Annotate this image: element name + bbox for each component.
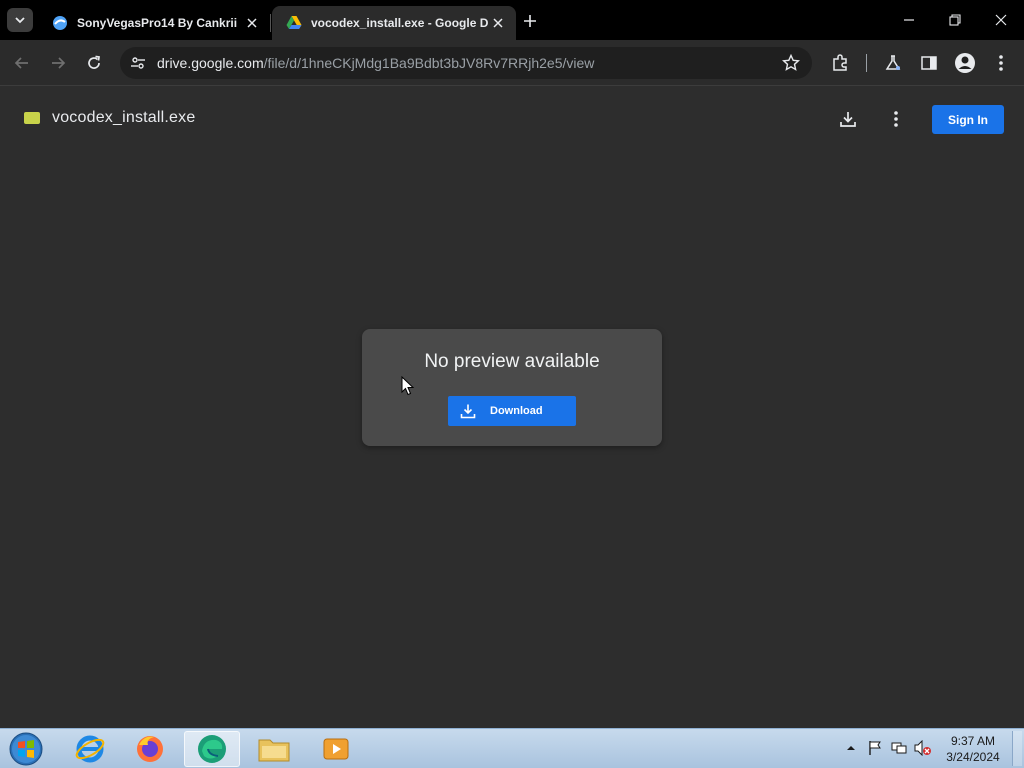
tab-vocodex[interactable]: vocodex_install.exe - Google D [272,6,516,40]
bookmark-star-icon[interactable] [782,54,800,72]
tab-title: SonyVegasPro14 By Cankrii [77,16,238,30]
volume-tray[interactable] [914,739,932,757]
internet-explorer-icon [75,735,105,763]
address-bar[interactable]: drive.google.com/file/d/1hneCKjMdg1Ba9Bd… [120,47,812,79]
arrow-left-icon [14,57,28,69]
file-name: vocodex_install.exe [52,109,196,126]
plus-icon [524,15,536,27]
tab-sonyvegas[interactable]: SonyVegasPro14 By Cankrii [38,6,270,40]
avatar-icon [955,53,975,73]
site-favicon-icon [53,16,67,30]
volume-muted-icon [914,740,931,756]
chevron-down-icon [15,17,25,24]
reload-button[interactable] [81,50,107,76]
more-vertical-icon [999,55,1003,71]
network-icon [891,742,907,754]
browser-menu-button[interactable] [988,50,1014,76]
more-vertical-icon [894,111,898,127]
back-button[interactable] [9,50,35,76]
download-icon [460,404,476,419]
side-panel-button[interactable] [916,50,942,76]
new-tab-button[interactable] [520,11,540,31]
labs-button[interactable] [880,50,906,76]
extensions-button[interactable] [827,50,853,76]
google-drive-icon [286,16,302,29]
close-icon[interactable] [490,15,506,31]
profile-button[interactable] [952,50,978,76]
sign-in-button[interactable]: Sign In [932,105,1004,134]
taskbar-edge[interactable] [184,731,240,767]
browser-toolbar: drive.google.com/file/d/1hneCKjMdg1Ba9Bd… [0,40,1024,86]
minimize-button[interactable] [886,0,932,40]
system-clock[interactable]: 9:37 AM 3/24/2024 [940,733,1006,765]
toolbar-divider [866,54,867,72]
restore-button[interactable] [932,0,978,40]
reload-icon [88,55,100,69]
more-actions-button[interactable] [884,107,908,131]
download-button[interactable]: Download [448,396,576,426]
mouse-cursor-icon [401,376,415,396]
show-hidden-icons-button[interactable] [842,739,860,757]
flag-icon [869,741,881,755]
puzzle-icon [833,54,847,71]
close-icon [995,14,1007,26]
close-icon[interactable] [244,15,260,31]
taskbar-media-player[interactable] [308,731,364,767]
header-download-button[interactable] [836,107,860,131]
start-button-icon[interactable] [6,731,46,767]
network-tray[interactable] [890,739,908,757]
side-panel-icon [921,56,937,70]
tab-divider [270,14,271,32]
folder-icon [258,739,290,762]
executable-file-icon [24,112,40,124]
show-desktop-button[interactable] [1012,731,1022,766]
forward-button[interactable] [45,50,71,76]
taskbar-internet-explorer[interactable] [62,731,118,767]
taskbar-file-explorer[interactable] [246,731,302,767]
media-player-icon [323,738,349,760]
clock-date: 3/24/2024 [946,750,1000,764]
tab-search-button[interactable] [7,8,33,32]
tab-strip: SonyVegasPro14 By Cankrii vocodex_instal… [0,0,1024,40]
edge-icon [198,735,226,763]
no-preview-message: No preview available [424,351,600,372]
minimize-icon [904,19,914,21]
url-host: drive.google.com [157,55,264,71]
action-center-tray[interactable] [866,739,884,757]
drive-file-viewer: vocodex_install.exe Sign In No preview a… [0,87,1024,728]
download-label: Download [490,405,543,417]
file-header: vocodex_install.exe [24,109,195,127]
taskbar-firefox[interactable] [122,731,178,767]
site-info-icon[interactable] [129,54,147,72]
clock-time: 9:37 AM [950,734,996,748]
tab-title: vocodex_install.exe - Google D [311,16,489,30]
chevron-up-icon [847,746,855,750]
flask-icon [885,55,901,70]
arrow-right-icon [52,57,66,69]
restore-icon [949,14,961,26]
firefox-icon [137,736,163,762]
windows-taskbar: 9:37 AM 3/24/2024 [0,728,1024,768]
download-icon [840,112,856,127]
url-path: /file/d/1hneCKjMdg1Ba9Bdbt3bJV8Rv7RRjh2e… [263,55,595,71]
close-window-button[interactable] [978,0,1024,40]
